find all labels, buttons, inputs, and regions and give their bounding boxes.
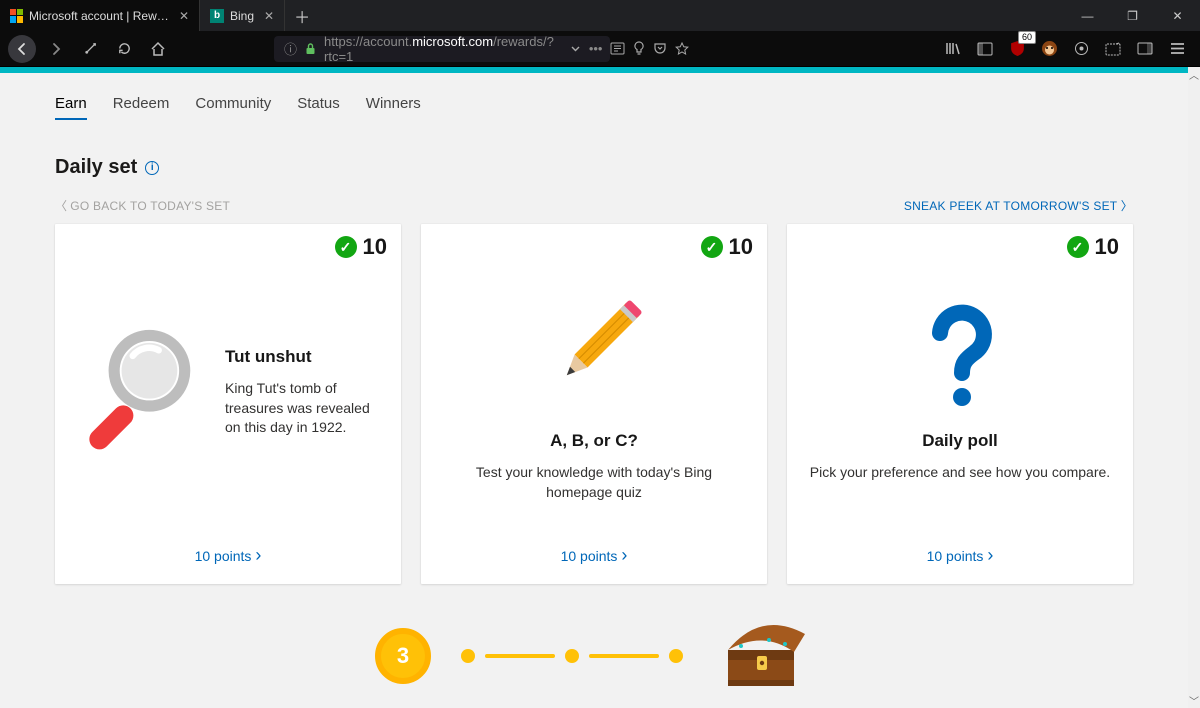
daily-card-tut[interactable]: ✓ 10 Tut unshut King Tut's to bbox=[55, 224, 401, 584]
chevron-right-icon: 〉 bbox=[1121, 199, 1133, 213]
screenshot-icon[interactable] bbox=[1098, 35, 1128, 63]
section-title-text: Daily set bbox=[55, 156, 137, 179]
streak-tracker: 3 bbox=[55, 616, 1133, 696]
points-value: 10 bbox=[729, 234, 753, 260]
hamburger-menu-icon[interactable] bbox=[1162, 35, 1192, 63]
rewards-nav: Earn Redeem Community Status Winners bbox=[55, 95, 1133, 120]
points-chip: ✓ 10 bbox=[1067, 234, 1119, 260]
card-points-link[interactable]: 10 points bbox=[443, 545, 745, 566]
check-icon: ✓ bbox=[335, 236, 357, 258]
info-icon[interactable]: i bbox=[145, 161, 159, 175]
magnifier-icon bbox=[77, 318, 207, 468]
new-tab-button[interactable]: ＋ bbox=[285, 0, 319, 31]
reload-button[interactable] bbox=[110, 35, 138, 63]
devtools-icon[interactable] bbox=[1130, 35, 1160, 63]
url-text: https://account.microsoft.com/rewards/?r… bbox=[324, 34, 554, 64]
scroll-down-icon[interactable]: ﹀ bbox=[1188, 693, 1200, 708]
question-mark-icon bbox=[920, 303, 1000, 413]
go-back-link: 〈 GO BACK TO TODAY'S SET bbox=[55, 197, 230, 214]
window-maximize-button[interactable]: ❐ bbox=[1110, 0, 1155, 31]
lock-icon bbox=[305, 42, 316, 55]
sidebar-icon[interactable] bbox=[970, 35, 1000, 63]
card-desc: Test your knowledge with today's Bing ho… bbox=[443, 463, 745, 502]
pencil-icon bbox=[539, 283, 649, 413]
forward-button[interactable] bbox=[42, 35, 70, 63]
extension-badge-count: 60 bbox=[1018, 31, 1036, 44]
close-tab-icon[interactable]: ✕ bbox=[264, 9, 274, 23]
pocket-icon[interactable] bbox=[653, 35, 667, 63]
card-desc: King Tut's tomb of treasures was reveale… bbox=[225, 379, 379, 438]
sneak-peek-link[interactable]: SNEAK PEEK AT TOMORROW'S SET 〉 bbox=[904, 197, 1133, 214]
points-chip: ✓ 10 bbox=[335, 234, 387, 260]
browser-tab-bing[interactable]: b Bing ✕ bbox=[200, 0, 285, 31]
browser-toolbar: ⓘ https://account.microsoft.com/rewards/… bbox=[0, 31, 1200, 67]
page-scrollbar[interactable]: ︿ ﹀ bbox=[1188, 67, 1200, 708]
home-button[interactable] bbox=[144, 35, 172, 63]
daily-card-quiz[interactable]: ✓ 10 bbox=[421, 224, 767, 584]
streak-dot bbox=[669, 649, 683, 663]
page-actions-icon[interactable]: ••• bbox=[589, 41, 603, 56]
chevron-left-icon: 〈 bbox=[55, 197, 67, 214]
chevron-down-icon[interactable] bbox=[570, 35, 581, 63]
daily-card-poll[interactable]: ✓ 10 Daily poll Pick your preference and… bbox=[787, 224, 1133, 584]
window-titlebar: Microsoft account | Rewards D… ✕ b Bing … bbox=[0, 0, 1200, 31]
tab-title: Bing bbox=[230, 9, 254, 23]
tab-title: Microsoft account | Rewards D… bbox=[29, 9, 169, 23]
card-desc: Pick your preference and see how you com… bbox=[810, 463, 1110, 483]
address-bar[interactable]: ⓘ https://account.microsoft.com/rewards/… bbox=[274, 36, 610, 62]
treasure-chest-icon bbox=[713, 616, 813, 696]
bookmark-star-icon[interactable] bbox=[675, 35, 689, 63]
nav-community[interactable]: Community bbox=[195, 95, 271, 120]
back-button[interactable] bbox=[8, 35, 36, 63]
window-minimize-button[interactable]: — bbox=[1065, 0, 1110, 31]
microsoft-logo-icon bbox=[10, 9, 23, 23]
extension-icon[interactable] bbox=[1066, 35, 1096, 63]
points-value: 10 bbox=[363, 234, 387, 260]
card-title: Daily poll bbox=[922, 431, 998, 451]
bing-logo-icon: b bbox=[210, 9, 224, 23]
tip-icon[interactable] bbox=[633, 35, 645, 63]
site-info-icon[interactable]: ⓘ bbox=[284, 39, 297, 58]
toolbar-extensions: 60 bbox=[938, 35, 1192, 63]
nav-status[interactable]: Status bbox=[297, 95, 340, 120]
monkey-extension-icon[interactable] bbox=[1034, 35, 1064, 63]
streak-dot bbox=[461, 649, 475, 663]
reader-mode-icon[interactable] bbox=[610, 35, 625, 63]
page-content: Earn Redeem Community Status Winners Dai… bbox=[0, 67, 1188, 708]
browser-tab-rewards[interactable]: Microsoft account | Rewards D… ✕ bbox=[0, 0, 200, 31]
window-close-button[interactable]: ✕ bbox=[1155, 0, 1200, 31]
streak-dot bbox=[565, 649, 579, 663]
points-chip: ✓ 10 bbox=[701, 234, 753, 260]
scroll-up-icon[interactable]: ︿ bbox=[1188, 67, 1200, 82]
points-value: 10 bbox=[1095, 234, 1119, 260]
card-points-link[interactable]: 10 points bbox=[77, 545, 379, 566]
close-tab-icon[interactable]: ✕ bbox=[179, 9, 189, 23]
set-pager: 〈 GO BACK TO TODAY'S SET SNEAK PEEK AT T… bbox=[55, 197, 1133, 214]
streak-dots bbox=[461, 649, 683, 663]
streak-day-coin: 3 bbox=[375, 628, 431, 684]
library-icon[interactable] bbox=[938, 35, 968, 63]
nav-redeem[interactable]: Redeem bbox=[113, 95, 170, 120]
customize-icon[interactable] bbox=[76, 35, 104, 63]
card-title: A, B, or C? bbox=[550, 431, 638, 451]
check-icon: ✓ bbox=[1067, 236, 1089, 258]
streak-dash bbox=[485, 654, 555, 658]
nav-earn[interactable]: Earn bbox=[55, 95, 87, 120]
card-title: Tut unshut bbox=[225, 347, 379, 367]
ublock-extension-icon[interactable]: 60 bbox=[1002, 35, 1032, 63]
streak-dash bbox=[589, 654, 659, 658]
check-icon: ✓ bbox=[701, 236, 723, 258]
section-heading: Daily set i bbox=[55, 156, 1133, 179]
card-points-link[interactable]: 10 points bbox=[809, 545, 1111, 566]
nav-winners[interactable]: Winners bbox=[366, 95, 421, 120]
streak-day-value: 3 bbox=[397, 643, 409, 669]
